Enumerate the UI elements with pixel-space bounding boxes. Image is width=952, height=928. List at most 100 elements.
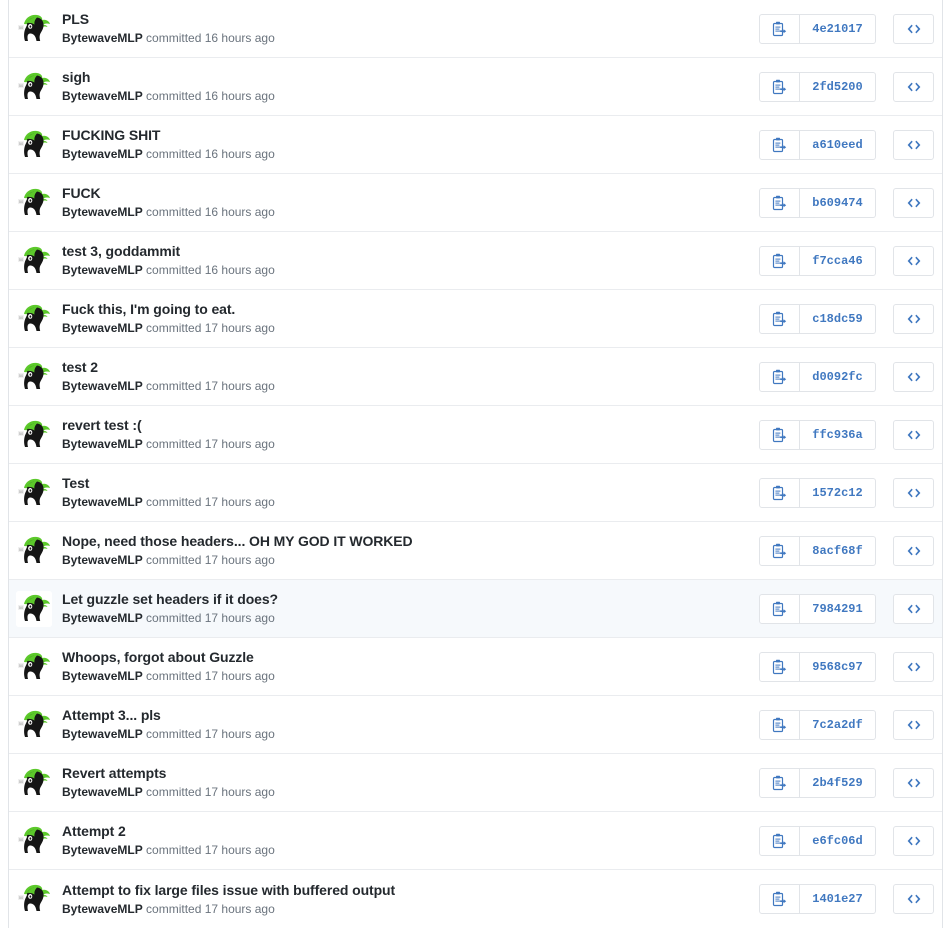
commit-row[interactable]: 50 Attempt to fix large files issue with… bbox=[9, 870, 942, 928]
commit-author-link[interactable]: BytewaveMLP bbox=[62, 669, 143, 683]
commit-title[interactable]: FUCKING SHIT bbox=[62, 127, 747, 144]
copy-sha-button[interactable] bbox=[759, 71, 800, 102]
copy-sha-button[interactable] bbox=[759, 477, 800, 508]
commit-author-link[interactable]: BytewaveMLP bbox=[62, 147, 143, 161]
avatar[interactable]: 50 bbox=[16, 590, 52, 627]
commit-sha-button[interactable]: ffc936a bbox=[800, 419, 876, 450]
commit-sha-button[interactable]: 1401e27 bbox=[800, 884, 876, 914]
browse-code-button[interactable] bbox=[893, 303, 934, 334]
avatar[interactable]: 50 bbox=[16, 764, 52, 801]
commit-row[interactable]: 50 FUCKING SHIT BytewaveMLP committed 16… bbox=[9, 116, 942, 174]
browse-code-button[interactable] bbox=[893, 651, 934, 682]
commit-row[interactable]: 50 Let guzzle set headers if it does? By… bbox=[9, 580, 942, 638]
avatar[interactable]: 50 bbox=[16, 416, 52, 453]
commit-title[interactable]: test 2 bbox=[62, 359, 747, 376]
avatar[interactable]: 50 bbox=[16, 474, 52, 511]
copy-sha-button[interactable] bbox=[759, 825, 800, 856]
commit-title[interactable]: Attempt 3... pls bbox=[62, 707, 747, 724]
commit-row[interactable]: 50 sigh BytewaveMLP committed 16 hours a… bbox=[9, 58, 942, 116]
commit-sha-button[interactable]: c18dc59 bbox=[800, 303, 876, 334]
commit-title[interactable]: PLS bbox=[62, 11, 747, 28]
commit-title[interactable]: sigh bbox=[62, 69, 747, 86]
commit-row[interactable]: 50 test 2 BytewaveMLP committed 17 hours… bbox=[9, 348, 942, 406]
copy-sha-button[interactable] bbox=[759, 884, 800, 914]
browse-code-button[interactable] bbox=[893, 477, 934, 508]
commit-sha-button[interactable]: 1572c12 bbox=[800, 477, 876, 508]
commit-sha-button[interactable]: 9568c97 bbox=[800, 651, 876, 682]
commit-author-link[interactable]: BytewaveMLP bbox=[62, 379, 143, 393]
commit-title[interactable]: Revert attempts bbox=[62, 765, 747, 782]
commit-row[interactable]: 50 Revert attempts BytewaveMLP committed… bbox=[9, 754, 942, 812]
copy-sha-button[interactable] bbox=[759, 129, 800, 160]
commit-title[interactable]: revert test :( bbox=[62, 417, 747, 434]
copy-sha-button[interactable] bbox=[759, 361, 800, 392]
avatar[interactable]: 50 bbox=[16, 822, 52, 859]
commit-author-link[interactable]: BytewaveMLP bbox=[62, 31, 143, 45]
browse-code-button[interactable] bbox=[893, 825, 934, 856]
commit-title[interactable]: Test bbox=[62, 475, 747, 492]
browse-code-button[interactable] bbox=[893, 129, 934, 160]
commit-author-link[interactable]: BytewaveMLP bbox=[62, 495, 143, 509]
commit-title[interactable]: Whoops, forgot about Guzzle bbox=[62, 649, 747, 666]
commit-sha-button[interactable]: 4e21017 bbox=[800, 13, 876, 44]
commit-author-link[interactable]: BytewaveMLP bbox=[62, 727, 143, 741]
copy-sha-button[interactable] bbox=[759, 535, 800, 566]
commit-author-link[interactable]: BytewaveMLP bbox=[62, 902, 143, 916]
copy-sha-button[interactable] bbox=[759, 709, 800, 740]
copy-sha-button[interactable] bbox=[759, 245, 800, 276]
browse-code-button[interactable] bbox=[893, 884, 934, 914]
commit-title[interactable]: test 3, goddammit bbox=[62, 243, 747, 260]
browse-code-button[interactable] bbox=[893, 535, 934, 566]
avatar[interactable]: 50 bbox=[16, 184, 52, 221]
avatar[interactable]: 50 bbox=[16, 68, 52, 105]
commit-author-link[interactable]: BytewaveMLP bbox=[62, 785, 143, 799]
browse-code-button[interactable] bbox=[893, 709, 934, 740]
commit-row[interactable]: 50 Fuck this, I'm going to eat. Bytewave… bbox=[9, 290, 942, 348]
commit-title[interactable]: Nope, need those headers... OH MY GOD IT… bbox=[62, 533, 747, 550]
commit-author-link[interactable]: BytewaveMLP bbox=[62, 843, 143, 857]
browse-code-button[interactable] bbox=[893, 245, 934, 276]
commit-row[interactable]: 50 Test BytewaveMLP committed 17 hours a… bbox=[9, 464, 942, 522]
commit-sha-button[interactable]: 7984291 bbox=[800, 593, 876, 624]
commit-sha-button[interactable]: e6fc06d bbox=[800, 825, 876, 856]
commit-row[interactable]: 50 revert test :( BytewaveMLP committed … bbox=[9, 406, 942, 464]
copy-sha-button[interactable] bbox=[759, 303, 800, 334]
commit-title[interactable]: Attempt to fix large files issue with bu… bbox=[62, 882, 747, 899]
avatar[interactable]: 50 bbox=[16, 881, 52, 917]
commit-sha-button[interactable]: a610eed bbox=[800, 129, 876, 160]
commit-sha-button[interactable]: 8acf68f bbox=[800, 535, 876, 566]
commit-row[interactable]: 50 test 3, goddammit BytewaveMLP committ… bbox=[9, 232, 942, 290]
commit-author-link[interactable]: BytewaveMLP bbox=[62, 205, 143, 219]
browse-code-button[interactable] bbox=[893, 767, 934, 798]
commit-author-link[interactable]: BytewaveMLP bbox=[62, 611, 143, 625]
copy-sha-button[interactable] bbox=[759, 651, 800, 682]
browse-code-button[interactable] bbox=[893, 71, 934, 102]
avatar[interactable]: 50 bbox=[16, 532, 52, 569]
copy-sha-button[interactable] bbox=[759, 593, 800, 624]
copy-sha-button[interactable] bbox=[759, 187, 800, 218]
avatar[interactable]: 50 bbox=[16, 358, 52, 395]
commit-row[interactable]: 50 Attempt 3... pls BytewaveMLP committe… bbox=[9, 696, 942, 754]
commit-sha-button[interactable]: 7c2a2df bbox=[800, 709, 876, 740]
copy-sha-button[interactable] bbox=[759, 767, 800, 798]
avatar[interactable]: 50 bbox=[16, 10, 52, 47]
browse-code-button[interactable] bbox=[893, 13, 934, 44]
commit-sha-button[interactable]: d0092fc bbox=[800, 361, 876, 392]
commit-row[interactable]: 50 PLS BytewaveMLP committed 16 hours ag… bbox=[9, 0, 942, 58]
commit-row[interactable]: 50 Attempt 2 BytewaveMLP committed 17 ho… bbox=[9, 812, 942, 870]
commit-author-link[interactable]: BytewaveMLP bbox=[62, 89, 143, 103]
avatar[interactable]: 50 bbox=[16, 242, 52, 279]
commit-title[interactable]: Let guzzle set headers if it does? bbox=[62, 591, 747, 608]
commit-title[interactable]: Fuck this, I'm going to eat. bbox=[62, 301, 747, 318]
copy-sha-button[interactable] bbox=[759, 13, 800, 44]
commit-author-link[interactable]: BytewaveMLP bbox=[62, 437, 143, 451]
commit-row[interactable]: 50 Nope, need those headers... OH MY GOD… bbox=[9, 522, 942, 580]
commit-author-link[interactable]: BytewaveMLP bbox=[62, 321, 143, 335]
commit-row[interactable]: 50 FUCK BytewaveMLP committed 16 hours a… bbox=[9, 174, 942, 232]
commit-author-link[interactable]: BytewaveMLP bbox=[62, 263, 143, 277]
avatar[interactable]: 50 bbox=[16, 126, 52, 163]
commit-sha-button[interactable]: f7cca46 bbox=[800, 245, 876, 276]
commit-sha-button[interactable]: 2fd5200 bbox=[800, 71, 876, 102]
browse-code-button[interactable] bbox=[893, 187, 934, 218]
commit-title[interactable]: FUCK bbox=[62, 185, 747, 202]
